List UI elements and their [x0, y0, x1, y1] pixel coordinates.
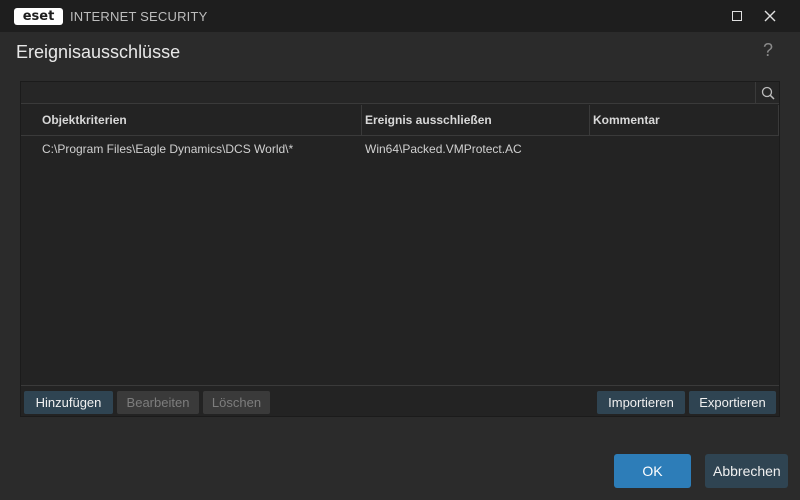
panel-toolbar: Hinzufügen Bearbeiten Löschen Importiere… — [21, 385, 779, 416]
cell-object-criteria: C:\Program Files\Eagle Dynamics\DCS Worl… — [42, 142, 294, 156]
exclusions-window: eset INTERNET SECURITY Ereignisausschlüs… — [0, 0, 800, 500]
edit-button[interactable]: Bearbeiten — [117, 391, 199, 414]
column-divider[interactable] — [361, 105, 362, 136]
maximize-icon — [732, 11, 742, 21]
maximize-button[interactable] — [721, 0, 753, 32]
column-divider[interactable] — [589, 105, 590, 136]
column-header-comment[interactable]: Kommentar — [593, 105, 660, 136]
column-header-object-criteria[interactable]: Objektkriterien — [42, 105, 127, 136]
column-divider[interactable] — [778, 105, 779, 136]
page-title: Ereignisausschlüsse — [16, 42, 181, 62]
exclusions-panel: Objektkriterien Ereignis ausschließen Ko… — [20, 81, 780, 417]
close-icon — [764, 10, 776, 22]
logo-text: eset — [22, 9, 55, 24]
ok-button[interactable]: OK — [614, 454, 691, 488]
close-button[interactable] — [754, 0, 786, 32]
import-button[interactable]: Importieren — [597, 391, 685, 414]
help-icon[interactable]: ? — [763, 40, 773, 61]
table-row[interactable]: C:\Program Files\Eagle Dynamics\DCS Worl… — [21, 137, 779, 161]
add-button[interactable]: Hinzufügen — [24, 391, 113, 414]
filter-bar[interactable] — [21, 82, 779, 104]
column-header-exclude-event[interactable]: Ereignis ausschließen — [365, 105, 492, 136]
app-title: INTERNET SECURITY — [70, 9, 208, 24]
search-button[interactable] — [755, 82, 779, 104]
cell-exclude-event: Win64\Packed.VMProtect.AC — [365, 142, 522, 156]
delete-button[interactable]: Löschen — [203, 391, 270, 414]
eset-logo: eset — [14, 8, 63, 25]
export-button[interactable]: Exportieren — [689, 391, 776, 414]
table-header: Objektkriterien Ereignis ausschließen Ko… — [21, 105, 779, 136]
search-icon — [761, 86, 775, 100]
cancel-button[interactable]: Abbrechen — [705, 454, 788, 488]
title-bar[interactable]: eset INTERNET SECURITY — [0, 0, 800, 32]
